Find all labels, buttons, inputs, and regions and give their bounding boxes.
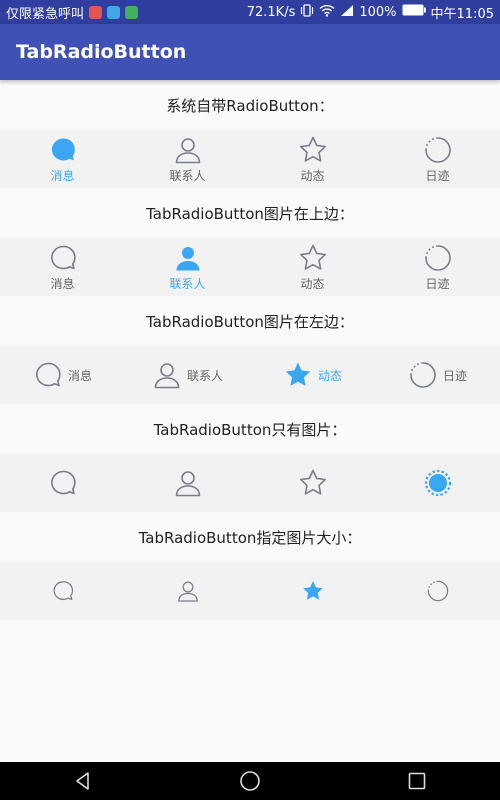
tab-label: 消息	[50, 276, 75, 291]
person-icon	[176, 246, 199, 270]
recents-button[interactable]	[387, 762, 447, 800]
clock: 中午11:05	[430, 6, 494, 22]
section-label: 系统自带RadioButton：	[166, 96, 334, 115]
tab-moments[interactable]	[250, 454, 375, 512]
notification-app-icon	[107, 5, 121, 19]
tab-messages[interactable]: 消息	[0, 238, 125, 296]
tab-label: 消息	[50, 168, 75, 183]
tab-diary[interactable]	[375, 562, 500, 620]
tab-contacts[interactable]: 联系人	[125, 238, 250, 296]
wifi-icon	[319, 4, 335, 21]
section-label: TabRadioButton图片在左边：	[146, 312, 354, 331]
person-icon	[154, 363, 180, 389]
battery-icon	[402, 4, 426, 20]
radio-group: 消息 联系人 动态 日迹	[0, 238, 500, 296]
progress-ring-icon	[410, 362, 436, 388]
tab-messages[interactable]	[0, 454, 125, 512]
tab-messages[interactable]	[0, 562, 125, 620]
app-bar: TabRadioButton	[0, 24, 500, 80]
radio-group: 消息 联系人 动态 日迹	[0, 130, 500, 188]
status-carrier-text: 仅限紧急呼叫	[6, 6, 85, 22]
radio-group	[0, 562, 500, 620]
person-icon	[177, 581, 198, 602]
tab-label: 联系人	[169, 276, 206, 291]
radio-group	[0, 454, 500, 512]
tab-moments[interactable]	[250, 562, 375, 620]
star-icon	[299, 244, 326, 270]
tab-diary[interactable]	[375, 454, 500, 512]
tab-contacts[interactable]	[125, 454, 250, 512]
tab-diary[interactable]: 日迹	[375, 238, 500, 296]
home-icon	[240, 771, 260, 791]
star-icon	[299, 469, 326, 495]
chat-bubble-icon	[51, 137, 75, 160]
tab-contacts[interactable]	[125, 562, 250, 620]
tab-label: 联系人	[186, 368, 223, 383]
progress-ring-icon	[424, 244, 451, 271]
radio-group: 消息 联系人 动态 日迹	[0, 346, 500, 404]
person-icon	[175, 471, 200, 497]
tab-label: 日迹	[425, 168, 450, 183]
section-label: TabRadioButton只有图片：	[153, 420, 347, 439]
progress-ring-icon	[427, 580, 448, 602]
signal-icon	[340, 4, 354, 21]
notification-app-icon	[125, 5, 139, 19]
section: TabRadioButton图片在上边： 消息 联系人 动态 日迹	[0, 188, 500, 296]
tab-diary[interactable]: 日迹	[375, 346, 500, 404]
chat-bubble-icon	[36, 362, 61, 387]
section: TabRadioButton只有图片：	[0, 404, 500, 512]
back-button[interactable]	[53, 762, 113, 800]
section-label: TabRadioButton图片在上边：	[146, 204, 354, 223]
chat-bubble-icon	[50, 470, 76, 495]
tab-label: 消息	[67, 368, 92, 383]
content: 系统自带RadioButton： 消息 联系人 动态 日迹 TabRadioButto…	[0, 80, 500, 620]
tab-moments[interactable]: 动态	[250, 346, 375, 404]
star-icon	[302, 581, 323, 600]
tab-label: 日迹	[425, 276, 450, 291]
recents-icon	[408, 772, 425, 790]
battery-level: 100%	[359, 4, 397, 20]
tab-label: 动态	[300, 276, 325, 291]
progress-ring-icon	[424, 469, 451, 497]
tab-diary[interactable]: 日迹	[375, 130, 500, 188]
tab-messages[interactable]: 消息	[0, 346, 125, 404]
person-icon	[175, 137, 200, 163]
tab-moments[interactable]: 动态	[250, 238, 375, 296]
home-button[interactable]	[220, 762, 280, 800]
tab-moments[interactable]: 动态	[250, 130, 375, 188]
tab-contacts[interactable]: 联系人	[125, 130, 250, 188]
tab-contacts[interactable]: 联系人	[125, 346, 250, 404]
tab-label: 动态	[317, 368, 342, 383]
tab-label: 联系人	[169, 168, 206, 183]
chat-bubble-icon	[52, 581, 73, 601]
star-icon	[285, 362, 311, 386]
navigation-bar	[0, 762, 500, 800]
tab-messages[interactable]: 消息	[0, 130, 125, 188]
section: 系统自带RadioButton： 消息 联系人 动态 日迹	[0, 80, 500, 188]
app-title: TabRadioButton	[16, 41, 187, 63]
network-speed: 72.1K/s	[246, 4, 296, 20]
progress-ring-icon	[424, 136, 451, 163]
star-icon	[299, 136, 326, 162]
section: TabRadioButton指定图片大小：	[0, 512, 500, 620]
section-label: TabRadioButton指定图片大小：	[138, 528, 362, 547]
tab-label: 日迹	[442, 368, 467, 383]
vibrate-icon	[300, 3, 314, 21]
back-icon	[76, 772, 90, 790]
chat-bubble-icon	[50, 245, 76, 269]
tab-label: 动态	[300, 168, 325, 183]
section: TabRadioButton图片在左边： 消息 联系人 动态 日迹	[0, 296, 500, 404]
status-bar: 仅限紧急呼叫 72.1K/s 100% 中午11:05	[0, 0, 500, 24]
notification-app-icon	[89, 5, 103, 19]
